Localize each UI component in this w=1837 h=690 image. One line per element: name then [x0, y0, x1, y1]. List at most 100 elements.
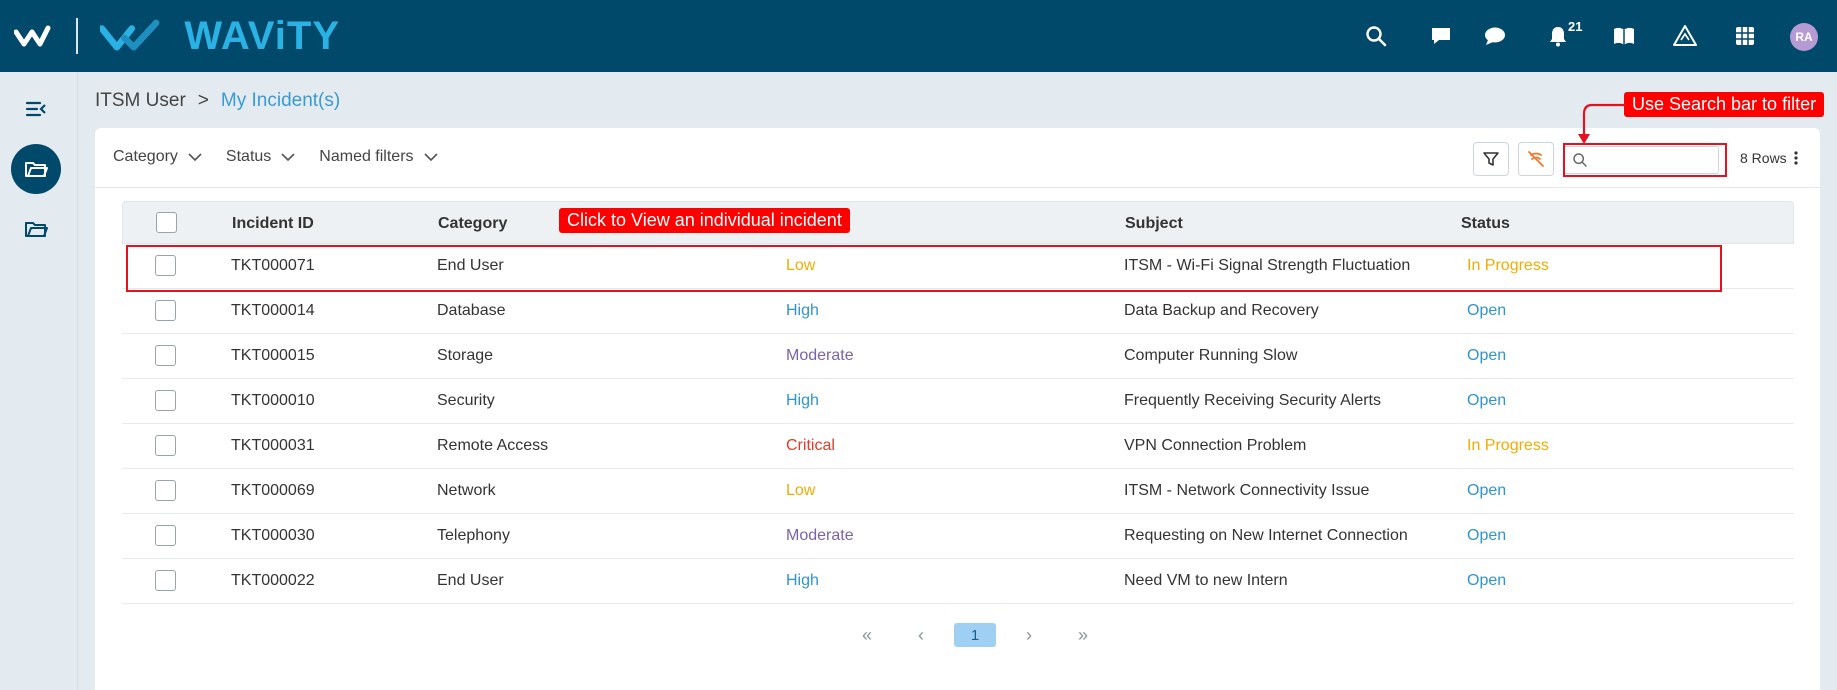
annotation-row-hint: Click to View an individual incident	[559, 208, 850, 233]
cell-status: Open	[1467, 572, 1507, 589]
row-checkbox[interactable]	[155, 345, 176, 366]
cell-priority: Moderate	[786, 527, 854, 544]
cell-status: Open	[1467, 527, 1507, 544]
brand-check-icon	[100, 19, 160, 51]
user-avatar[interactable]: RA	[1790, 23, 1818, 51]
cell-category: Storage	[437, 347, 494, 364]
cell-category: Telephony	[437, 527, 510, 544]
table-row[interactable]: TKT000031 Remote Access Critical VPN Con…	[122, 424, 1794, 469]
cell-incident-id: TKT000022	[231, 572, 315, 589]
brand-text: WAViTY	[184, 14, 340, 58]
annotation-row-highlight	[126, 245, 1722, 292]
divider	[95, 187, 1820, 188]
pagination: « ‹ 1 › »	[840, 623, 1110, 647]
folder-icon[interactable]	[11, 204, 61, 254]
cell-incident-id: TKT000030	[231, 527, 315, 544]
cell-priority: High	[786, 392, 819, 409]
row-checkbox[interactable]	[155, 480, 176, 501]
annotation-search-hint: Use Search bar to filter	[1624, 92, 1825, 117]
table-row[interactable]: TKT000014 Database High Data Backup and …	[122, 289, 1794, 334]
incidents-folder-icon[interactable]	[11, 144, 61, 194]
cell-status: Open	[1467, 347, 1507, 364]
incidents-panel: Category Status Named filters 8 Rows Inc…	[95, 128, 1820, 690]
table-header: Incident ID Category Subject Status	[122, 201, 1794, 244]
annotation-arrow	[1578, 103, 1626, 144]
row-checkbox[interactable]	[155, 300, 176, 321]
annotation-search-highlight	[1563, 143, 1727, 177]
breadcrumb: ITSM User > My Incident(s)	[95, 90, 340, 112]
cell-category: Database	[437, 302, 506, 319]
chevron-down-icon	[423, 153, 438, 162]
cell-subject: VPN Connection Problem	[1124, 437, 1307, 454]
header-incident-id[interactable]: Incident ID	[232, 215, 314, 233]
filter-bar: Category Status Named filters	[113, 148, 438, 166]
header-status[interactable]: Status	[1461, 215, 1510, 233]
row-checkbox[interactable]	[155, 570, 176, 591]
cell-subject: Data Backup and Recovery	[1124, 302, 1319, 319]
last-page-button[interactable]: »	[1056, 623, 1110, 647]
filter-named-filters[interactable]: Named filters	[319, 148, 438, 166]
cell-priority: Low	[786, 482, 816, 499]
warning-triangle-icon[interactable]	[1671, 22, 1699, 50]
chevron-down-icon	[188, 153, 202, 162]
row-checkbox[interactable]	[155, 435, 176, 456]
filter-off-icon	[1528, 151, 1544, 167]
left-rail	[0, 72, 78, 690]
brand-logo[interactable]: WAViTY	[100, 14, 340, 58]
row-checkbox[interactable]	[155, 390, 176, 411]
filter-status[interactable]: Status	[226, 148, 295, 166]
table-row[interactable]: TKT000015 Storage Moderate Computer Runn…	[122, 334, 1794, 379]
filter-label: Category	[113, 148, 178, 165]
next-page-button[interactable]: ›	[1002, 623, 1056, 647]
cell-status: Open	[1467, 482, 1507, 499]
row-checkbox[interactable]	[155, 525, 176, 546]
cell-subject: ITSM - Network Connectivity Issue	[1124, 482, 1370, 499]
cell-subject: Requesting on New Internet Connection	[1124, 527, 1408, 544]
first-page-button[interactable]: «	[840, 623, 894, 647]
knowledge-book-icon[interactable]	[1610, 22, 1638, 50]
apps-grid-icon[interactable]	[1731, 22, 1759, 50]
cell-category: Security	[437, 392, 495, 409]
cell-subject: Need VM to new Intern	[1124, 572, 1288, 589]
prev-page-button[interactable]: ‹	[894, 623, 948, 647]
table-row[interactable]: TKT000069 Network Low ITSM - Network Con…	[122, 469, 1794, 514]
cell-category: Network	[437, 482, 496, 499]
breadcrumb-parent[interactable]: ITSM User	[95, 90, 186, 112]
cell-status: Open	[1467, 302, 1507, 319]
search-icon[interactable]	[1362, 22, 1390, 50]
table-row[interactable]: TKT000010 Security High Frequently Recei…	[122, 379, 1794, 424]
top-bar: WAViTY 21 RA	[0, 0, 1837, 72]
message-icon[interactable]	[1427, 22, 1455, 50]
chat-icon[interactable]	[1481, 22, 1509, 50]
table-row[interactable]: TKT000030 Telephony Moderate Requesting …	[122, 514, 1794, 559]
cell-subject: Frequently Receiving Security Alerts	[1124, 392, 1381, 409]
funnel-icon	[1483, 152, 1499, 166]
current-page[interactable]: 1	[954, 623, 996, 647]
cell-incident-id: TKT000015	[231, 347, 315, 364]
menu-collapse-icon[interactable]	[11, 84, 61, 134]
select-all-checkbox[interactable]	[156, 212, 177, 233]
cell-priority: Moderate	[786, 347, 854, 364]
header-subject[interactable]: Subject	[1125, 215, 1183, 233]
cell-priority: High	[786, 302, 819, 319]
filter-funnel-button[interactable]	[1473, 142, 1509, 176]
cell-subject: Computer Running Slow	[1124, 347, 1298, 364]
cell-incident-id: TKT000069	[231, 482, 315, 499]
more-vertical-icon[interactable]	[1793, 150, 1799, 166]
breadcrumb-current: My Incident(s)	[220, 90, 341, 111]
rows-count-label: 8 Rows	[1740, 150, 1787, 166]
breadcrumb-separator: >	[197, 90, 209, 111]
rows-count: 8 Rows	[1740, 150, 1799, 166]
table-row[interactable]: TKT000022 End User High Need VM to new I…	[122, 559, 1794, 604]
header-category[interactable]: Category	[438, 215, 507, 233]
cell-status: In Progress	[1467, 437, 1549, 454]
clear-filter-button[interactable]	[1518, 142, 1554, 176]
filter-category[interactable]: Category	[113, 148, 202, 166]
cell-category: Remote Access	[437, 437, 549, 454]
cell-incident-id: TKT000014	[231, 302, 315, 319]
cell-priority: Critical	[786, 437, 835, 454]
chevron-down-icon	[281, 153, 295, 162]
cell-incident-id: TKT000031	[231, 437, 315, 454]
cell-incident-id: TKT000010	[231, 392, 315, 409]
app-switcher-logo-icon[interactable]	[13, 22, 58, 50]
